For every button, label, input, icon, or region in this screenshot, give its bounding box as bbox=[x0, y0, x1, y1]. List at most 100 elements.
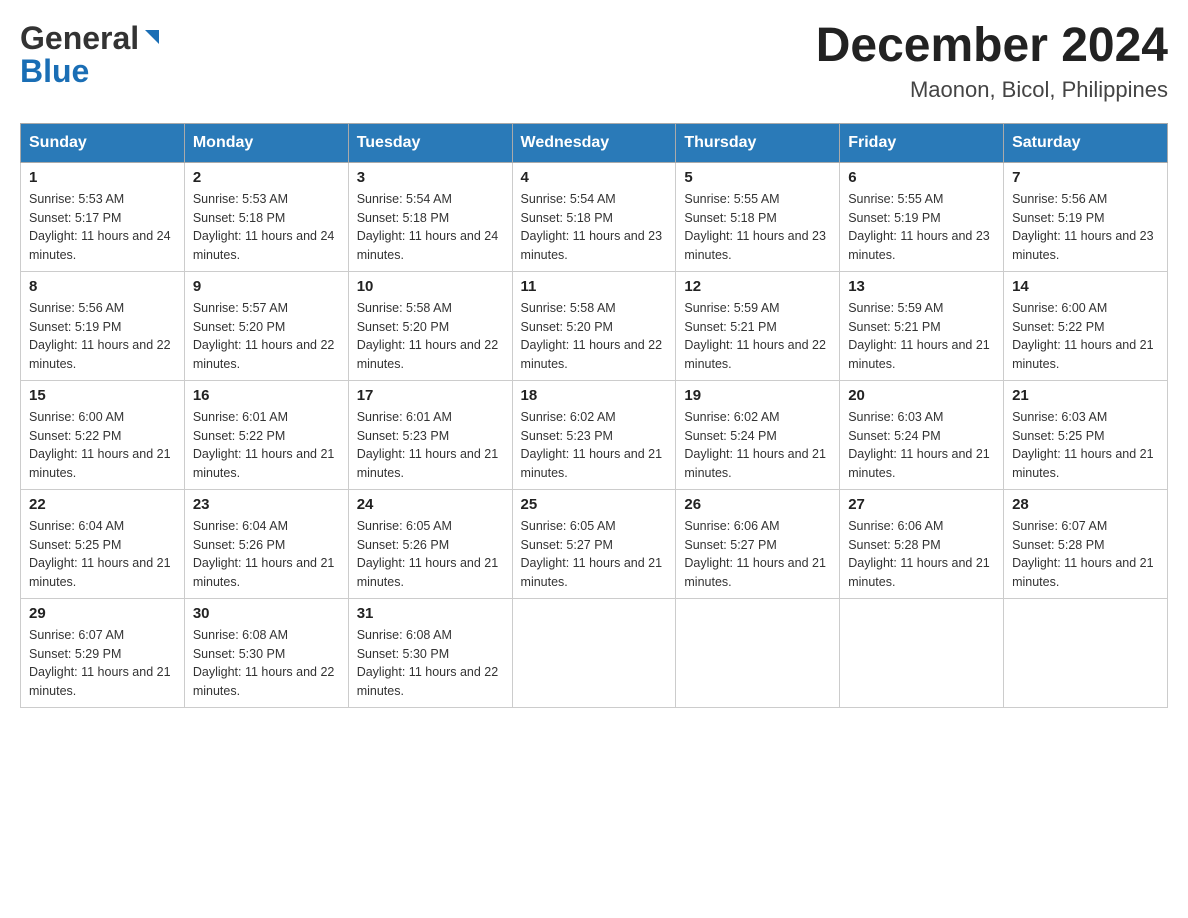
day-info: Sunrise: 6:02 AMSunset: 5:23 PMDaylight:… bbox=[521, 408, 668, 483]
calendar-cell: 22 Sunrise: 6:04 AMSunset: 5:25 PMDayligh… bbox=[21, 489, 185, 598]
day-info: Sunrise: 6:02 AMSunset: 5:24 PMDaylight:… bbox=[684, 408, 831, 483]
day-info: Sunrise: 5:57 AMSunset: 5:20 PMDaylight:… bbox=[193, 299, 340, 374]
calendar-cell: 29 Sunrise: 6:07 AMSunset: 5:29 PMDayligh… bbox=[21, 598, 185, 707]
logo-general-text: General bbox=[20, 20, 139, 57]
calendar-cell: 5 Sunrise: 5:55 AMSunset: 5:18 PMDaylight… bbox=[676, 162, 840, 271]
day-number: 25 bbox=[521, 496, 668, 513]
day-number: 22 bbox=[29, 496, 176, 513]
day-number: 14 bbox=[1012, 278, 1159, 295]
day-info: Sunrise: 5:59 AMSunset: 5:21 PMDaylight:… bbox=[684, 299, 831, 374]
day-info: Sunrise: 5:58 AMSunset: 5:20 PMDaylight:… bbox=[521, 299, 668, 374]
day-number: 27 bbox=[848, 496, 995, 513]
calendar-cell: 4 Sunrise: 5:54 AMSunset: 5:18 PMDaylight… bbox=[512, 162, 676, 271]
day-number: 6 bbox=[848, 169, 995, 186]
day-info: Sunrise: 5:55 AMSunset: 5:18 PMDaylight:… bbox=[684, 190, 831, 265]
day-number: 4 bbox=[521, 169, 668, 186]
calendar-cell: 13 Sunrise: 5:59 AMSunset: 5:21 PMDayligh… bbox=[840, 271, 1004, 380]
calendar-cell: 21 Sunrise: 6:03 AMSunset: 5:25 PMDayligh… bbox=[1004, 380, 1168, 489]
calendar-cell bbox=[676, 598, 840, 707]
title-section: December 2024 Maonon, Bicol, Philippines bbox=[816, 20, 1168, 103]
calendar-cell: 24 Sunrise: 6:05 AMSunset: 5:26 PMDayligh… bbox=[348, 489, 512, 598]
calendar-cell bbox=[1004, 598, 1168, 707]
day-info: Sunrise: 5:53 AMSunset: 5:18 PMDaylight:… bbox=[193, 190, 340, 265]
calendar-cell: 25 Sunrise: 6:05 AMSunset: 5:27 PMDayligh… bbox=[512, 489, 676, 598]
day-number: 10 bbox=[357, 278, 504, 295]
month-title: December 2024 bbox=[816, 20, 1168, 73]
weekday-header-wednesday: Wednesday bbox=[512, 123, 676, 162]
day-number: 24 bbox=[357, 496, 504, 513]
day-number: 12 bbox=[684, 278, 831, 295]
day-info: Sunrise: 5:54 AMSunset: 5:18 PMDaylight:… bbox=[521, 190, 668, 265]
day-number: 18 bbox=[521, 387, 668, 404]
day-info: Sunrise: 6:06 AMSunset: 5:28 PMDaylight:… bbox=[848, 517, 995, 592]
day-info: Sunrise: 6:08 AMSunset: 5:30 PMDaylight:… bbox=[357, 626, 504, 701]
calendar-cell: 12 Sunrise: 5:59 AMSunset: 5:21 PMDayligh… bbox=[676, 271, 840, 380]
week-row-4: 22 Sunrise: 6:04 AMSunset: 5:25 PMDayligh… bbox=[21, 489, 1168, 598]
page-header: General Blue December 2024 Maonon, Bicol… bbox=[20, 20, 1168, 103]
calendar-cell bbox=[512, 598, 676, 707]
calendar-table: SundayMondayTuesdayWednesdayThursdayFrid… bbox=[20, 123, 1168, 708]
day-info: Sunrise: 6:05 AMSunset: 5:27 PMDaylight:… bbox=[521, 517, 668, 592]
week-row-1: 1Sunrise: 5:53 AMSunset: 5:17 PMDaylight… bbox=[21, 162, 1168, 271]
day-info: Sunrise: 6:04 AMSunset: 5:25 PMDaylight:… bbox=[29, 517, 176, 592]
calendar-cell: 10 Sunrise: 5:58 AMSunset: 5:20 PMDayligh… bbox=[348, 271, 512, 380]
calendar-cell: 23 Sunrise: 6:04 AMSunset: 5:26 PMDayligh… bbox=[184, 489, 348, 598]
day-info: Sunrise: 6:00 AMSunset: 5:22 PMDaylight:… bbox=[1012, 299, 1159, 374]
day-info: Sunrise: 5:54 AMSunset: 5:18 PMDaylight:… bbox=[357, 190, 504, 265]
calendar-cell: 27 Sunrise: 6:06 AMSunset: 5:28 PMDayligh… bbox=[840, 489, 1004, 598]
day-number: 15 bbox=[29, 387, 176, 404]
day-info: Sunrise: 5:58 AMSunset: 5:20 PMDaylight:… bbox=[357, 299, 504, 374]
calendar-cell: 9 Sunrise: 5:57 AMSunset: 5:20 PMDaylight… bbox=[184, 271, 348, 380]
calendar-cell: 11 Sunrise: 5:58 AMSunset: 5:20 PMDayligh… bbox=[512, 271, 676, 380]
day-number: 9 bbox=[193, 278, 340, 295]
day-info: Sunrise: 6:07 AMSunset: 5:29 PMDaylight:… bbox=[29, 626, 176, 701]
day-info: Sunrise: 6:05 AMSunset: 5:26 PMDaylight:… bbox=[357, 517, 504, 592]
week-row-2: 8Sunrise: 5:56 AMSunset: 5:19 PMDaylight… bbox=[21, 271, 1168, 380]
calendar-cell: 14 Sunrise: 6:00 AMSunset: 5:22 PMDayligh… bbox=[1004, 271, 1168, 380]
location-title: Maonon, Bicol, Philippines bbox=[816, 77, 1168, 103]
day-number: 5 bbox=[684, 169, 831, 186]
logo: General Blue bbox=[20, 20, 163, 90]
day-info: Sunrise: 5:53 AMSunset: 5:17 PMDaylight:… bbox=[29, 190, 176, 265]
day-info: Sunrise: 6:03 AMSunset: 5:25 PMDaylight:… bbox=[1012, 408, 1159, 483]
day-number: 20 bbox=[848, 387, 995, 404]
day-number: 11 bbox=[521, 278, 668, 295]
logo-blue-text: Blue bbox=[20, 53, 89, 90]
day-number: 29 bbox=[29, 605, 176, 622]
week-row-3: 15 Sunrise: 6:00 AMSunset: 5:22 PMDayligh… bbox=[21, 380, 1168, 489]
calendar-cell: 30Sunrise: 6:08 AMSunset: 5:30 PMDayligh… bbox=[184, 598, 348, 707]
weekday-header-sunday: Sunday bbox=[21, 123, 185, 162]
day-number: 13 bbox=[848, 278, 995, 295]
weekday-header-thursday: Thursday bbox=[676, 123, 840, 162]
calendar-cell: 31 Sunrise: 6:08 AMSunset: 5:30 PMDayligh… bbox=[348, 598, 512, 707]
weekday-header-row: SundayMondayTuesdayWednesdayThursdayFrid… bbox=[21, 123, 1168, 162]
day-number: 21 bbox=[1012, 387, 1159, 404]
day-number: 16 bbox=[193, 387, 340, 404]
day-info: Sunrise: 6:01 AMSunset: 5:23 PMDaylight:… bbox=[357, 408, 504, 483]
weekday-header-monday: Monday bbox=[184, 123, 348, 162]
calendar-cell: 26Sunrise: 6:06 AMSunset: 5:27 PMDayligh… bbox=[676, 489, 840, 598]
day-number: 17 bbox=[357, 387, 504, 404]
logo-triangle-icon bbox=[141, 26, 163, 48]
weekday-header-friday: Friday bbox=[840, 123, 1004, 162]
day-number: 31 bbox=[357, 605, 504, 622]
day-number: 23 bbox=[193, 496, 340, 513]
day-info: Sunrise: 6:04 AMSunset: 5:26 PMDaylight:… bbox=[193, 517, 340, 592]
day-number: 19 bbox=[684, 387, 831, 404]
calendar-cell: 17 Sunrise: 6:01 AMSunset: 5:23 PMDayligh… bbox=[348, 380, 512, 489]
day-number: 8 bbox=[29, 278, 176, 295]
calendar-cell: 6 Sunrise: 5:55 AMSunset: 5:19 PMDaylight… bbox=[840, 162, 1004, 271]
day-number: 7 bbox=[1012, 169, 1159, 186]
calendar-cell: 15 Sunrise: 6:00 AMSunset: 5:22 PMDayligh… bbox=[21, 380, 185, 489]
day-info: Sunrise: 5:59 AMSunset: 5:21 PMDaylight:… bbox=[848, 299, 995, 374]
calendar-cell: 19 Sunrise: 6:02 AMSunset: 5:24 PMDayligh… bbox=[676, 380, 840, 489]
day-info: Sunrise: 5:55 AMSunset: 5:19 PMDaylight:… bbox=[848, 190, 995, 265]
calendar-cell: 18 Sunrise: 6:02 AMSunset: 5:23 PMDayligh… bbox=[512, 380, 676, 489]
calendar-cell: 7Sunrise: 5:56 AMSunset: 5:19 PMDaylight… bbox=[1004, 162, 1168, 271]
day-number: 2 bbox=[193, 169, 340, 186]
calendar-cell: 28Sunrise: 6:07 AMSunset: 5:28 PMDayligh… bbox=[1004, 489, 1168, 598]
day-info: Sunrise: 6:00 AMSunset: 5:22 PMDaylight:… bbox=[29, 408, 176, 483]
calendar-cell: 16Sunrise: 6:01 AMSunset: 5:22 PMDayligh… bbox=[184, 380, 348, 489]
calendar-cell: 3Sunrise: 5:54 AMSunset: 5:18 PMDaylight… bbox=[348, 162, 512, 271]
weekday-header-saturday: Saturday bbox=[1004, 123, 1168, 162]
